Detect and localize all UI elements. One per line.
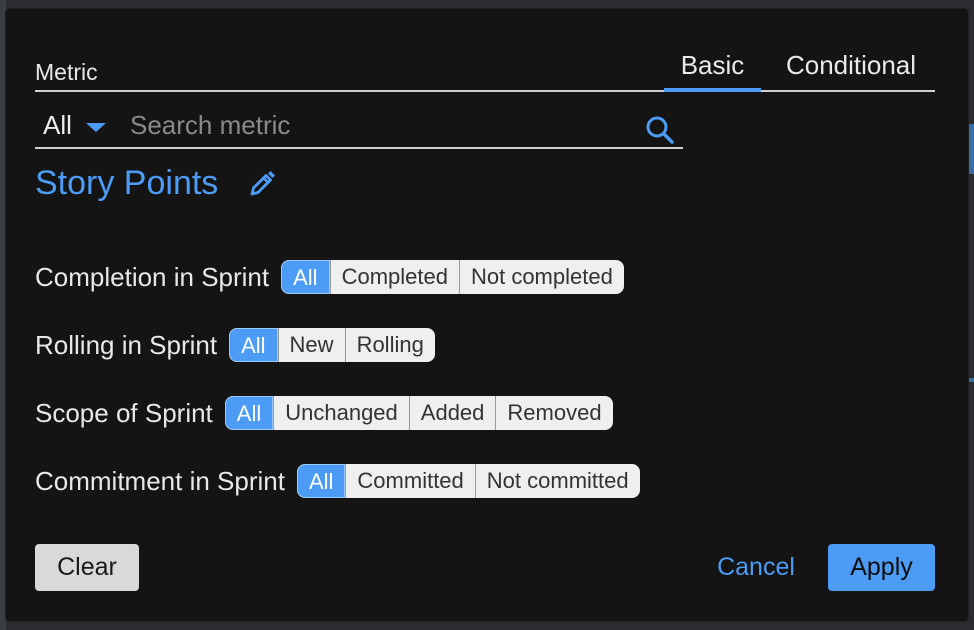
metric-filter-dialog: Metric Basic Conditional All Story Point… [6,9,968,621]
filter-label: Scope of Sprint [35,397,213,428]
filter-label: Commitment in Sprint [35,465,285,496]
metric-scope-dropdown[interactable]: All [35,103,117,147]
filter-row-completion: Completion in Sprint All Completed Not c… [35,260,624,294]
option-added[interactable]: Added [408,396,496,430]
filter-row-scope: Scope of Sprint All Unchanged Added Remo… [35,396,613,430]
option-all[interactable]: All [224,396,274,430]
apply-button[interactable]: Apply [828,544,935,591]
selected-metric-title: Story Points [35,164,219,202]
option-not-committed[interactable]: Not committed [474,464,640,498]
segmented-control-rolling: All New Rolling [229,328,435,362]
tab-conditional[interactable]: Conditional [766,47,936,92]
caret-down-icon [85,122,106,132]
metric-search-row: All [35,103,683,149]
filter-label: Rolling in Sprint [35,329,218,360]
cancel-button[interactable]: Cancel [706,544,806,591]
metric-scope-value: All [43,109,72,140]
filter-label: Completion in Sprint [35,261,270,292]
pencil-icon[interactable] [248,170,276,198]
segmented-control-completion: All Completed Not completed [281,260,624,294]
filter-row-commitment: Commitment in Sprint All Committed Not c… [35,464,640,498]
search-icon[interactable] [645,115,675,145]
tab-basic[interactable]: Basic [664,47,761,92]
option-not-completed[interactable]: Not completed [458,260,624,294]
option-all[interactable]: All [281,260,330,294]
option-new[interactable]: New [277,328,345,362]
segmented-control-scope: All Unchanged Added Removed [224,396,613,430]
filter-row-rolling: Rolling in Sprint All New Rolling [35,328,435,362]
option-rolling[interactable]: Rolling [344,328,435,362]
option-all[interactable]: All [296,464,346,498]
option-completed[interactable]: Completed [329,260,459,294]
segmented-control-commitment: All Committed Not committed [296,464,640,498]
metric-search-input[interactable] [130,105,630,145]
option-all[interactable]: All [229,328,278,362]
metric-label: Metric [35,59,98,85]
option-committed[interactable]: Committed [345,464,474,498]
option-unchanged[interactable]: Unchanged [273,396,409,430]
option-removed[interactable]: Removed [495,396,612,430]
clear-button[interactable]: Clear [35,544,139,591]
